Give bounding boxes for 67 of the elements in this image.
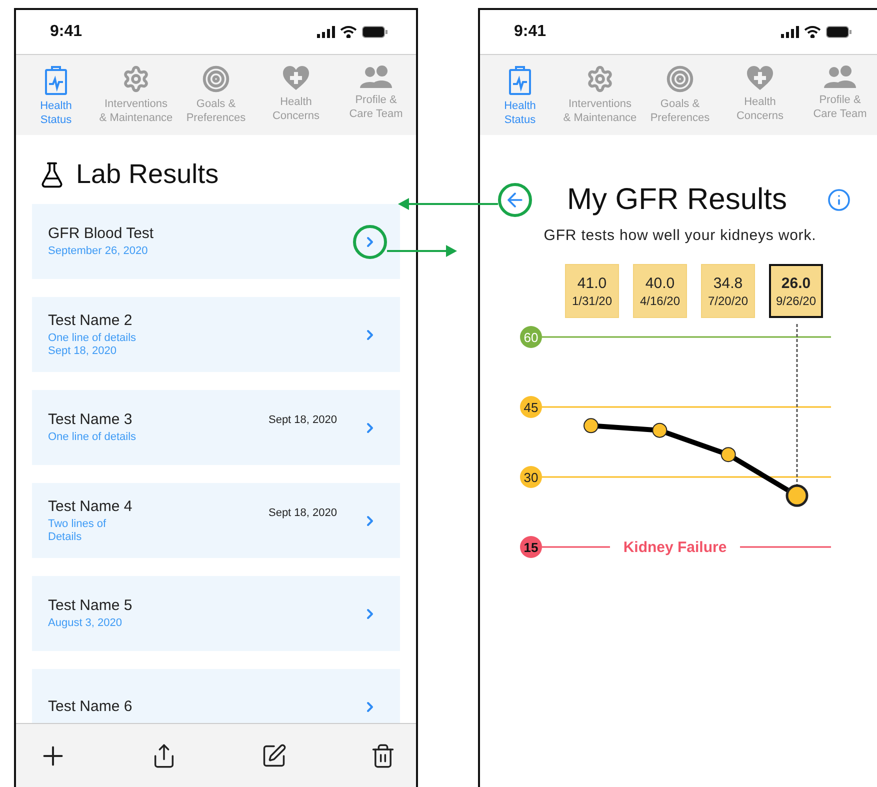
people-icon [360, 65, 392, 89]
target-icon [666, 65, 694, 93]
reading-date: 4/16/20 [640, 294, 680, 308]
y-tick-label: 30 [524, 470, 538, 485]
trash-icon [370, 743, 396, 769]
reading-card[interactable]: 40.0 4/16/20 [633, 264, 687, 318]
result-card[interactable]: Test Name 3 One line of details Sept 18, 2020 [32, 390, 400, 465]
wifi-icon [804, 26, 821, 38]
result-card[interactable]: Test Name 6 [32, 669, 400, 723]
test-name: GFR Blood Test [48, 225, 155, 242]
page-title: My GFR Results [566, 183, 788, 217]
reading-value: 26.0 [781, 274, 811, 292]
reading-card[interactable]: 34.8 7/20/20 [701, 264, 755, 318]
target-icon [202, 65, 230, 93]
reading-date: 7/20/20 [708, 294, 748, 308]
test-name: Test Name 6 [48, 698, 134, 715]
heart-plus-icon [282, 65, 310, 91]
result-card[interactable]: Test Name 4 Two lines of Details Sept 18, 2020 [32, 483, 400, 558]
test-details: Two lines of Details [48, 518, 108, 544]
reading-date: 9/26/20 [776, 294, 816, 308]
heart-plus-icon [746, 65, 774, 91]
status-time: 9:41 [50, 23, 82, 41]
result-card[interactable]: Test Name 2 One line of details Sept 18, 2020 [32, 297, 400, 372]
info-icon [827, 188, 851, 212]
clipboard-pulse-icon [44, 65, 68, 95]
y-tick-label: 15 [524, 540, 538, 555]
clipboard-pulse-icon [508, 65, 532, 95]
gear-icon [122, 65, 150, 93]
flow-arrow [387, 245, 457, 257]
reading-value: 41.0 [577, 274, 607, 292]
reading-card[interactable]: 41.0 1/31/20 [565, 264, 619, 318]
test-date: Sept 18, 2020 [268, 507, 337, 519]
reading-value: 40.0 [645, 274, 675, 292]
test-details: August 3, 2020 [48, 617, 124, 630]
test-name: Test Name 5 [48, 597, 134, 614]
test-name: Test Name 3 [48, 411, 134, 428]
status-time: 9:41 [514, 23, 546, 41]
chevron-button[interactable] [353, 224, 387, 258]
gear-icon [586, 65, 614, 93]
test-details: One line of details [48, 431, 138, 444]
reading-value: 34.8 [713, 274, 743, 292]
level-dot [520, 396, 542, 418]
people-icon [824, 65, 856, 89]
level-dot [520, 536, 542, 558]
level-dot [520, 466, 542, 488]
test-name: Test Name 4 [48, 498, 134, 514]
result-card[interactable]: Test Name 5 August 3, 2020 [32, 576, 400, 651]
cellular-signal-icon [317, 26, 335, 38]
description-text: GFR tests how well your kidneys work. [542, 227, 818, 244]
battery-icon [362, 26, 388, 38]
reading-date: 1/31/20 [572, 294, 612, 308]
threshold-label: Kidney Failure [623, 539, 727, 556]
y-tick-label: 60 [524, 330, 538, 345]
level-dot [520, 326, 542, 348]
back-button[interactable] [498, 183, 532, 217]
y-tick-label: 45 [524, 400, 538, 415]
test-name: Test Name 2 [48, 312, 134, 328]
result-card[interactable]: GFR Blood Test September 26, 2020 [32, 204, 400, 279]
test-details: One line of details Sept 18, 2020 [48, 332, 138, 358]
battery-icon [826, 26, 852, 38]
wifi-icon [340, 26, 357, 38]
test-date: Sept 18, 2020 [268, 414, 337, 426]
reading-card[interactable]: 26.0 9/26/20 [769, 264, 823, 318]
edit-icon [260, 743, 287, 769]
test-details: September 26, 2020 [48, 245, 149, 258]
page-title: Lab Results [76, 159, 219, 190]
cellular-signal-icon [781, 26, 799, 38]
